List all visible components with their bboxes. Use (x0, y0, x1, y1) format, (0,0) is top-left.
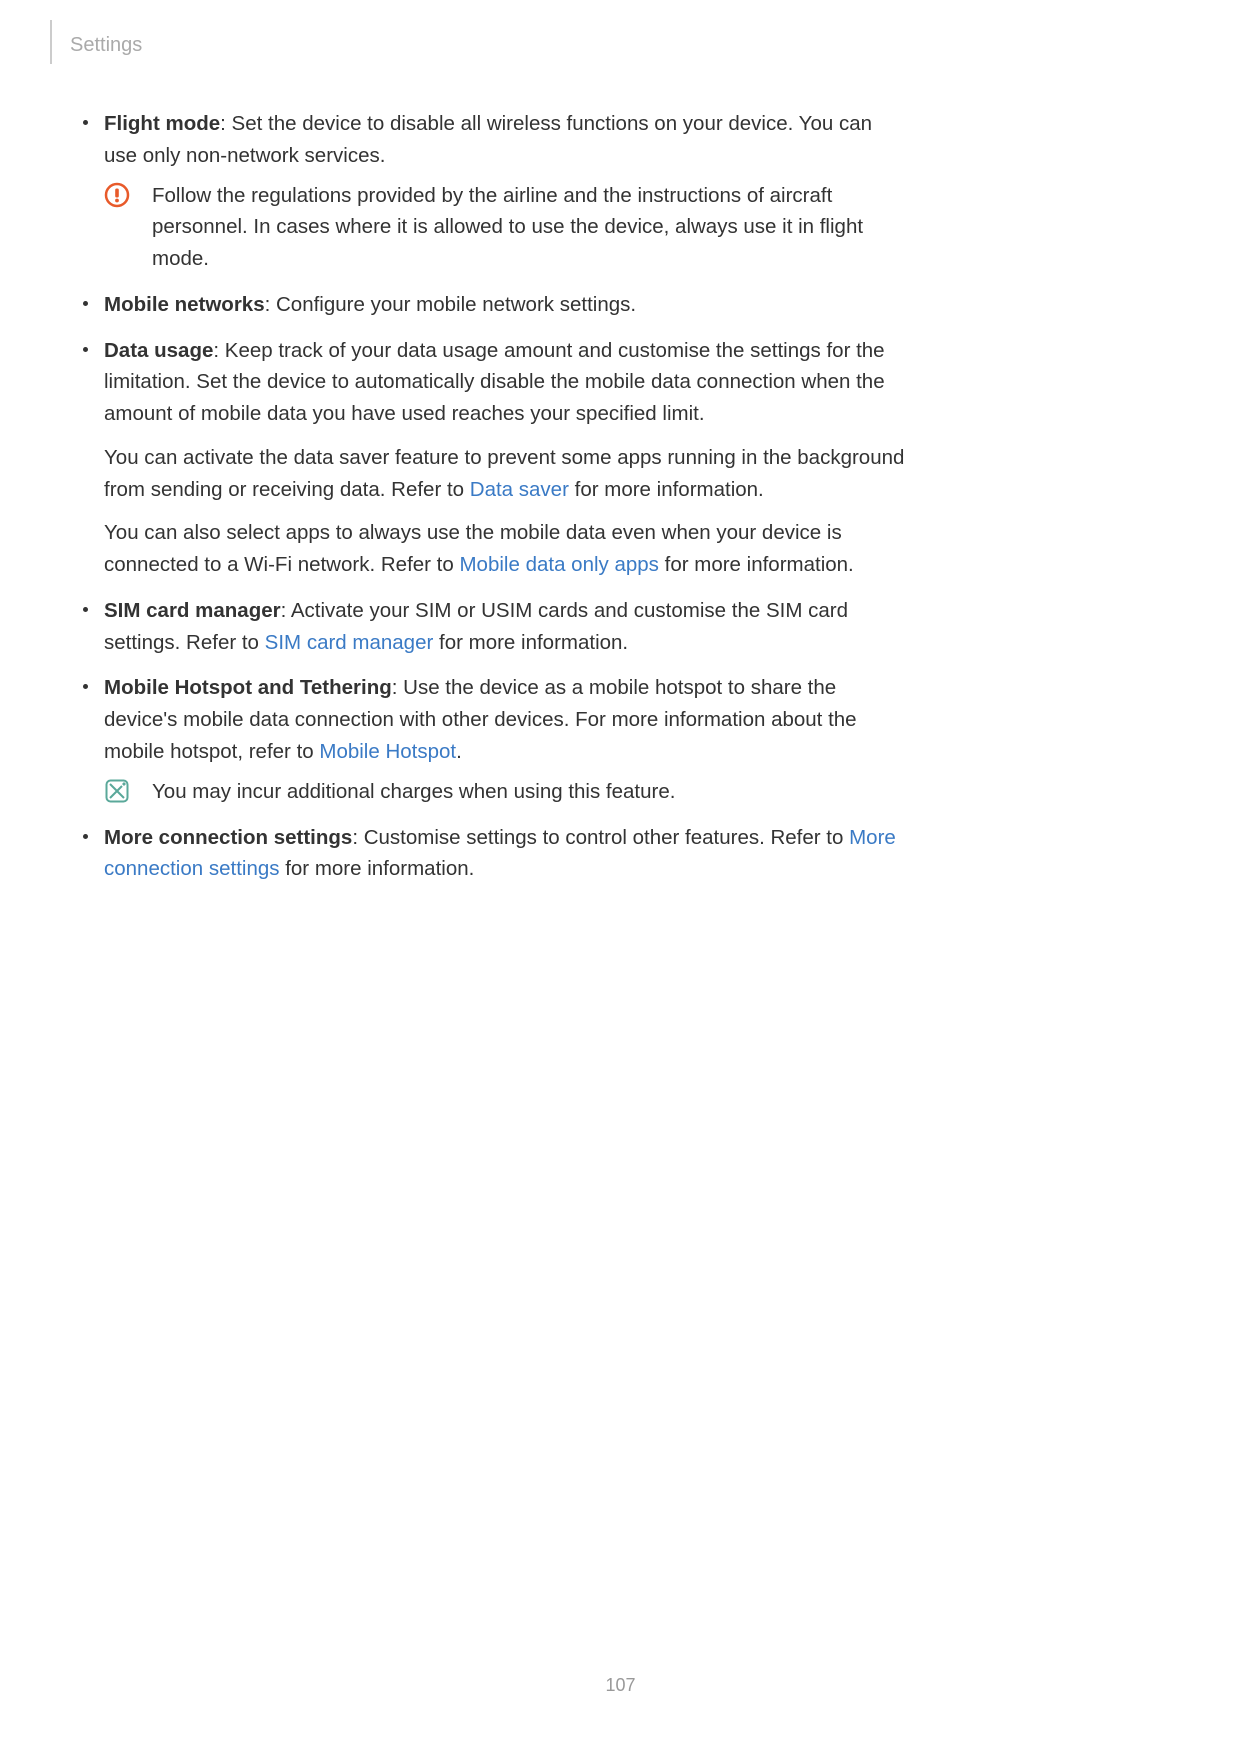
paragraph: You can also select apps to always use t… (104, 517, 910, 581)
list-item: More connection settings: Customise sett… (80, 822, 910, 886)
item-desc: : Set the device to disable all wireless… (104, 112, 872, 167)
item-desc: : Configure your mobile network settings… (265, 293, 636, 316)
list-item: Mobile Hotspot and Tethering: Use the de… (80, 672, 910, 807)
bullet-icon (83, 120, 88, 125)
content-body: Flight mode: Set the device to disable a… (80, 108, 910, 899)
list-item: Data usage: Keep track of your data usag… (80, 335, 910, 581)
bullet-icon (83, 684, 88, 689)
header-title: Settings (70, 34, 142, 57)
item-title: More connection settings (104, 826, 352, 849)
note-text: You may incur additional charges when us… (152, 776, 910, 808)
info-note: You may incur additional charges when us… (104, 776, 910, 808)
text-segment: for more information. (659, 553, 854, 576)
page-number: 107 (0, 1675, 1241, 1696)
text-segment: : Customise settings to control other fe… (352, 826, 849, 849)
item-title: Mobile networks (104, 293, 265, 316)
bullet-icon (83, 347, 88, 352)
list-item: SIM card manager: Activate your SIM or U… (80, 595, 910, 659)
item-title: Flight mode (104, 112, 220, 135)
bullet-icon (83, 834, 88, 839)
list-item: Flight mode: Set the device to disable a… (80, 108, 910, 275)
bullet-icon (83, 301, 88, 306)
list-item: Mobile networks: Configure your mobile n… (80, 289, 910, 321)
header-rule (50, 20, 52, 64)
item-title: SIM card manager (104, 599, 281, 622)
item-title: Mobile Hotspot and Tethering (104, 676, 392, 699)
note-icon (104, 778, 134, 804)
caution-icon (104, 182, 134, 208)
paragraph: You can activate the data saver feature … (104, 442, 910, 506)
caution-note: Follow the regulations provided by the a… (104, 180, 910, 275)
text-segment: for more information. (280, 857, 475, 880)
link-mobile-hotspot[interactable]: Mobile Hotspot (319, 740, 456, 763)
text-segment: for more information. (569, 478, 764, 501)
text-segment: for more information. (433, 631, 628, 654)
caution-text: Follow the regulations provided by the a… (152, 180, 910, 275)
bullet-icon (83, 607, 88, 612)
link-sim-card-manager[interactable]: SIM card manager (265, 631, 434, 654)
item-title: Data usage (104, 339, 213, 362)
link-mobile-data-only-apps[interactable]: Mobile data only apps (459, 553, 658, 576)
link-data-saver[interactable]: Data saver (470, 478, 569, 501)
item-desc: : Keep track of your data usage amount a… (104, 339, 885, 426)
text-segment: . (456, 740, 462, 763)
